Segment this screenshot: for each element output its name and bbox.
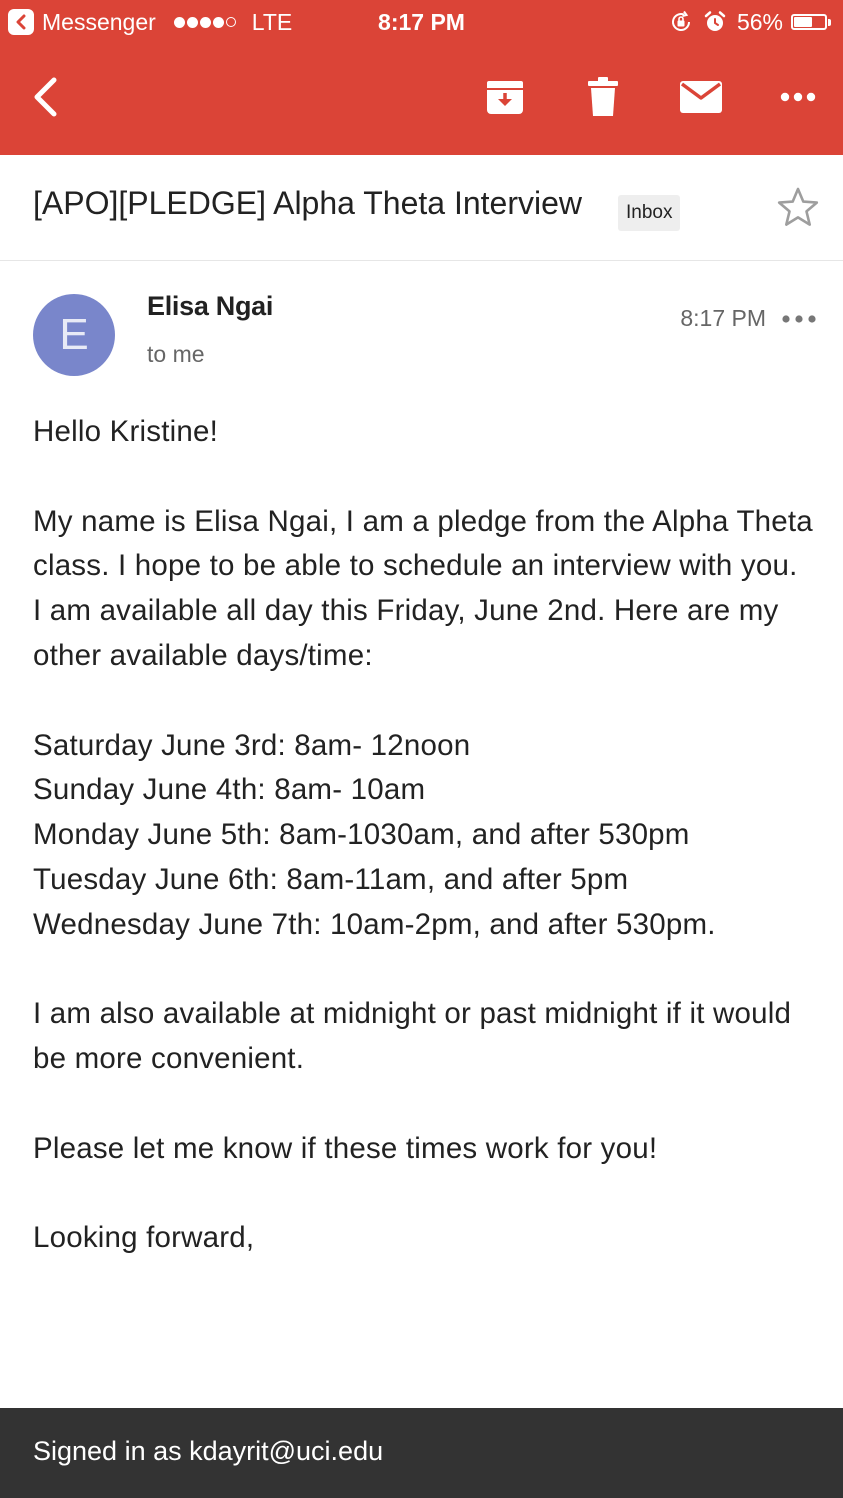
star-outline-icon: [777, 187, 819, 226]
back-to-app-label[interactable]: Messenger: [42, 9, 156, 36]
email-subject: [APO][PLEDGE] Alpha Theta Interview: [33, 185, 583, 221]
message-more-button[interactable]: [778, 306, 820, 332]
schedule-line: Wednesday June 7th: 10am-2pm, and after …: [33, 907, 716, 941]
email-toolbar: [0, 44, 843, 155]
body-extra: I am also available at midnight or past …: [33, 997, 792, 1076]
star-button[interactable]: [776, 186, 820, 233]
email-body: Hello Kristine! My name is Elisa Ngai, I…: [33, 410, 813, 1261]
signed-in-label: Signed in as kdayrit@uci.edu: [33, 1436, 384, 1466]
sender-name[interactable]: Elisa Ngai: [147, 291, 273, 322]
signal-strength-icon: [173, 16, 238, 28]
recipient-details[interactable]: to me: [147, 341, 205, 368]
battery-icon: [791, 14, 831, 30]
sender-avatar[interactable]: E: [33, 294, 115, 376]
schedule-line: Saturday June 3rd: 8am- 12noon: [33, 728, 471, 762]
mark-unread-button[interactable]: [672, 44, 730, 150]
delete-button[interactable]: [576, 44, 630, 150]
body-schedule: Saturday June 3rd: 8am- 12noon Sunday Ju…: [33, 724, 813, 948]
carrier-label: LTE: [251, 8, 293, 35]
body-greeting: Hello Kristine!: [33, 415, 218, 448]
body-request: Please let me know if these times work f…: [33, 1131, 658, 1165]
back-to-app-icon[interactable]: [8, 9, 34, 35]
more-options-button[interactable]: [770, 44, 826, 150]
back-button[interactable]: [18, 44, 72, 150]
battery-percent: 56%: [736, 8, 783, 35]
message-time: 8:17 PM: [680, 305, 766, 331]
signed-in-footer: Signed in as kdayrit@uci.edu: [0, 1408, 843, 1498]
more-horizontal-icon: [780, 92, 816, 102]
body-intro: My name is Elisa Ngai, I am a pledge fro…: [33, 504, 813, 672]
orientation-lock-icon: [669, 10, 693, 34]
status-bar-left: Messenger LTE: [8, 0, 292, 44]
mail-icon: [680, 81, 722, 113]
schedule-line: Sunday June 4th: 8am- 10am: [33, 773, 426, 807]
more-horizontal-icon: [782, 315, 816, 323]
status-bar-right: 56%: [669, 0, 831, 44]
chevron-left-icon: [34, 77, 57, 117]
alarm-clock-icon: [703, 10, 727, 34]
trash-icon: [588, 77, 618, 116]
schedule-line: Tuesday June 6th: 8am-11am, and after 5p…: [33, 862, 629, 896]
archive-icon: [487, 81, 523, 114]
body-closing: Looking forward,: [33, 1221, 255, 1255]
archive-button[interactable]: [478, 44, 532, 150]
inbox-label-chip[interactable]: Inbox: [618, 195, 681, 231]
schedule-line: Monday June 5th: 8am-1030am, and after 5…: [33, 818, 690, 852]
subject-row: [APO][PLEDGE] Alpha Theta Interview Inbo…: [0, 155, 843, 261]
status-bar: Messenger LTE 8:17 PM 56%: [0, 0, 843, 44]
